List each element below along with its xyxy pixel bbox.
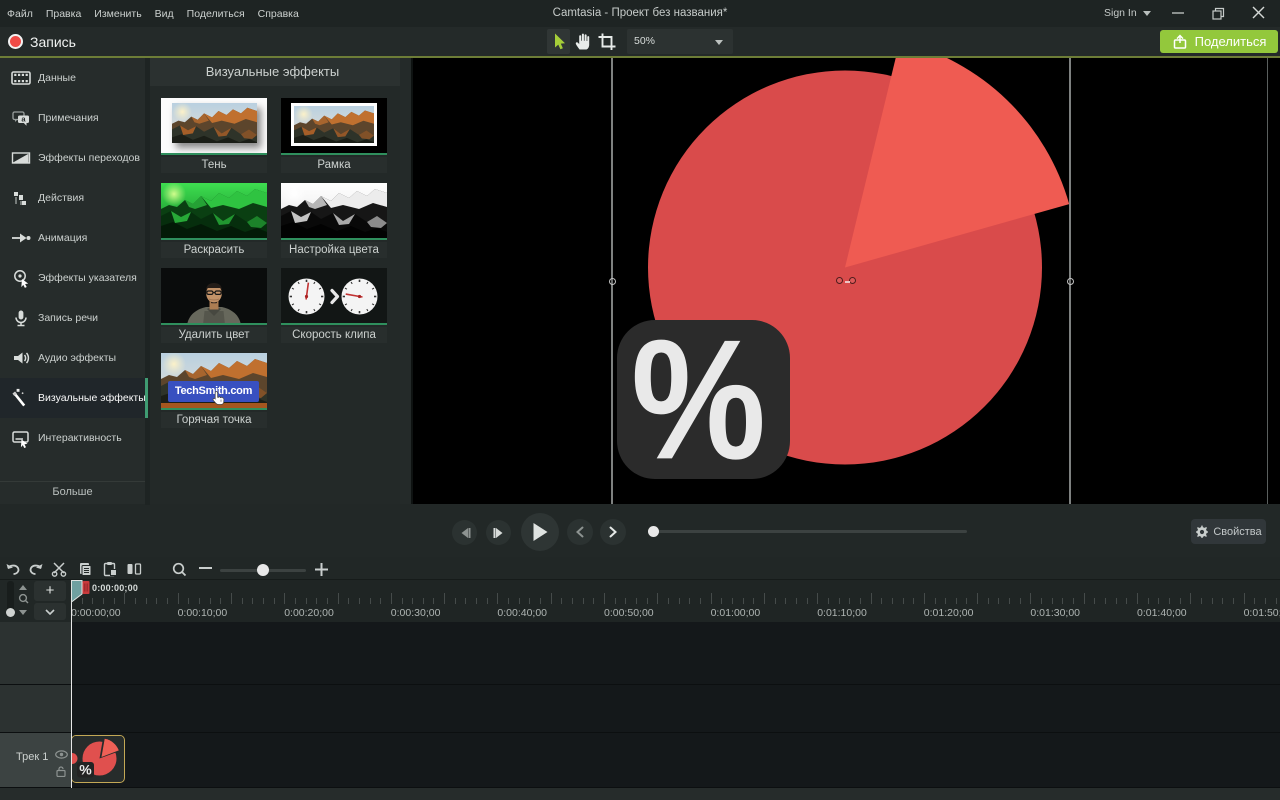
svg-text:%: % <box>79 762 92 778</box>
